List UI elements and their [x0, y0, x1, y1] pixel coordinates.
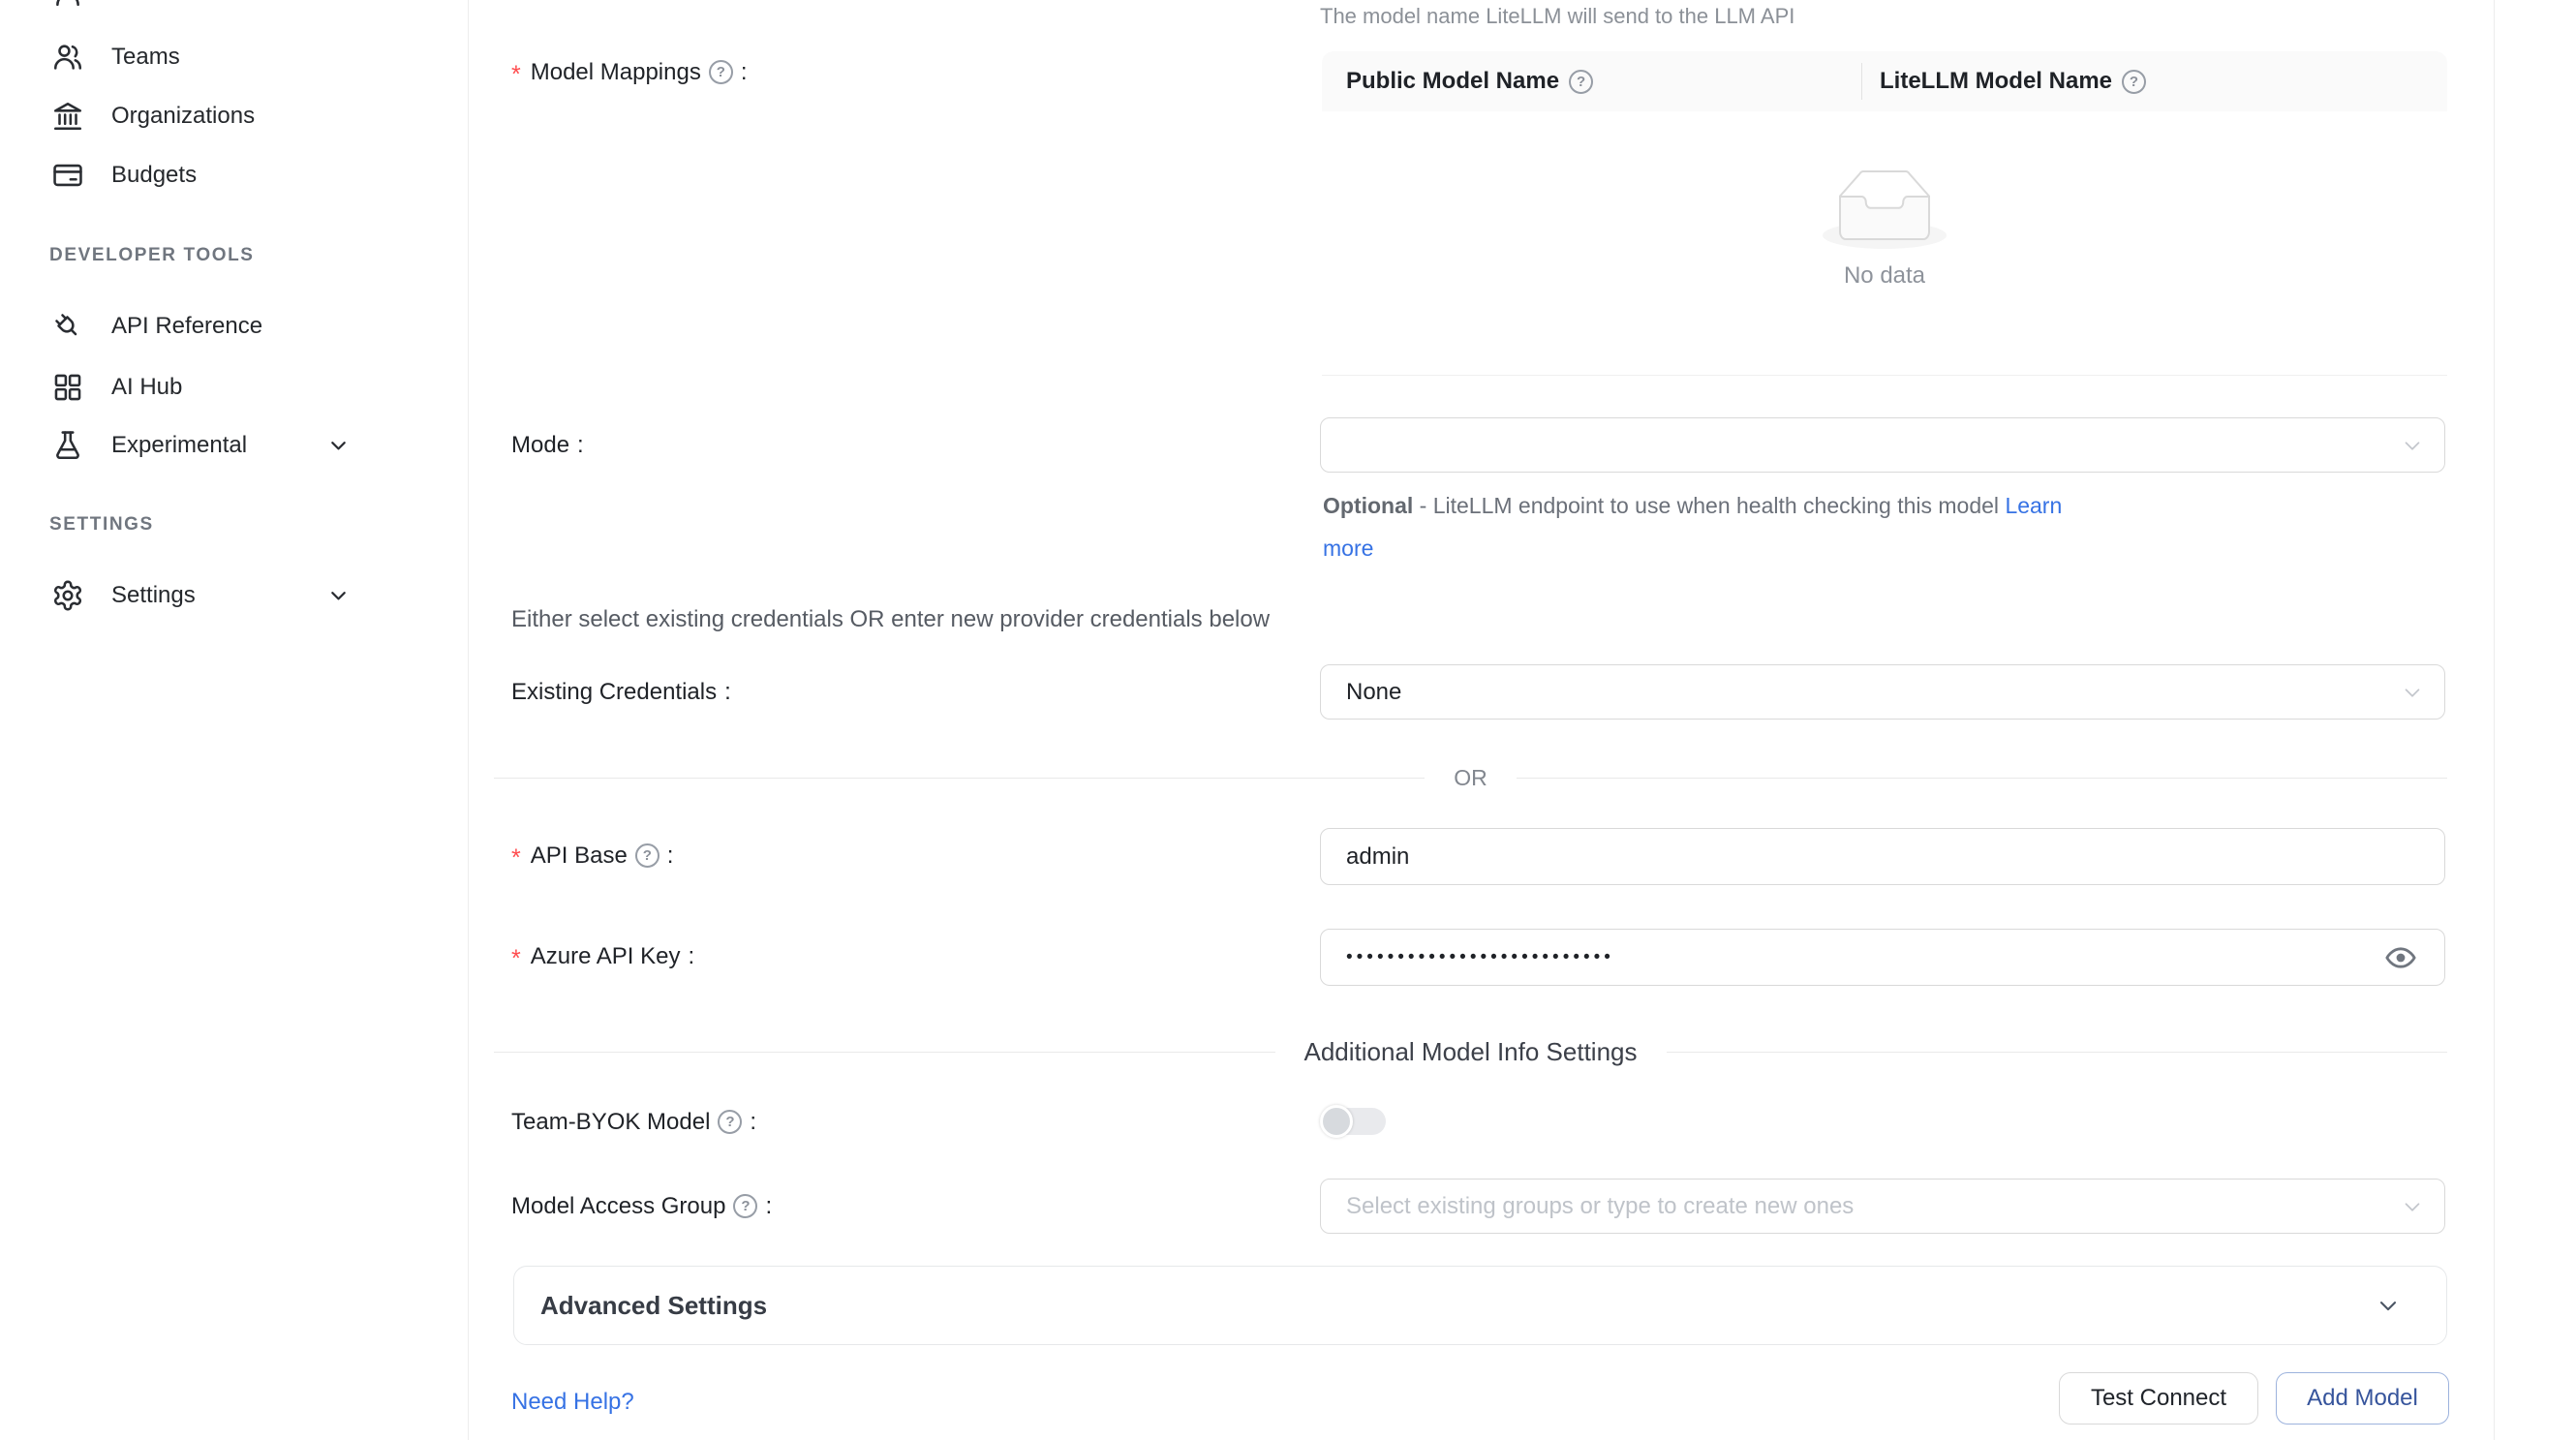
- plug-icon: [51, 310, 84, 343]
- existing-credentials-value: None: [1346, 679, 1401, 706]
- mode-select[interactable]: [1320, 417, 2445, 473]
- sidebar-item-label: AI Hub: [111, 374, 182, 401]
- help-icon[interactable]: ?: [709, 60, 733, 84]
- sidebar-item-settings[interactable]: Settings: [0, 566, 445, 626]
- litellm-add-model-page: Internal Users Teams Organizations Budge…: [0, 0, 2576, 1440]
- table-note: The model name LiteLLM will send to the …: [1320, 4, 1794, 29]
- sidebar-item-experimental[interactable]: Experimental: [0, 415, 445, 475]
- sidebar-item-label: Budgets: [111, 162, 197, 189]
- mode-label: Mode: [511, 417, 584, 473]
- existing-credentials-label: Existing Credentials: [511, 664, 731, 720]
- sidebar-item-label: Settings: [111, 582, 196, 609]
- model-mappings-label: Model Mappings ?: [511, 45, 748, 100]
- model-access-group-select[interactable]: Select existing groups or type to create…: [1320, 1179, 2445, 1234]
- sidebar-item-internal-users[interactable]: Internal Users: [0, 0, 445, 22]
- add-model-button[interactable]: Add Model: [2276, 1372, 2449, 1425]
- advanced-settings-panel[interactable]: Advanced Settings: [513, 1266, 2447, 1345]
- or-divider: OR: [494, 765, 2447, 791]
- chevron-down-icon: [2375, 1292, 2402, 1319]
- existing-credentials-select[interactable]: None: [1320, 664, 2445, 720]
- chevron-down-icon: [2400, 680, 2425, 705]
- sidebar: Internal Users Teams Organizations Budge…: [0, 0, 469, 1440]
- grid-icon: [51, 371, 84, 404]
- team-byok-label: Team-BYOK Model ?: [511, 1094, 756, 1149]
- flask-icon: [51, 429, 84, 462]
- need-help-link[interactable]: Need Help?: [511, 1389, 634, 1416]
- sidebar-item-organizations[interactable]: Organizations: [0, 86, 445, 146]
- help-icon[interactable]: ?: [718, 1110, 742, 1134]
- or-divider-text: OR: [1454, 765, 1487, 791]
- toggle-knob: [1320, 1105, 1353, 1138]
- empty-box-icon: [1823, 169, 1947, 249]
- sidebar-item-api-reference[interactable]: API Reference: [0, 296, 445, 356]
- sidebar-item-label: Internal Users: [111, 0, 256, 6]
- advanced-settings-title: Advanced Settings: [540, 1291, 767, 1321]
- bank-icon: [51, 100, 84, 133]
- model-access-group-placeholder: Select existing groups or type to create…: [1346, 1193, 1854, 1220]
- empty-state-text: No data: [1844, 262, 1925, 290]
- additional-settings-divider: Additional Model Info Settings: [494, 1037, 2447, 1067]
- sidebar-section-developer-tools: DEVELOPER TOOLS: [49, 245, 255, 266]
- model-mappings-table-body: No data: [1322, 111, 2447, 376]
- sidebar-item-label: API Reference: [111, 313, 262, 340]
- azure-api-key-label: Azure API Key: [511, 929, 694, 984]
- credit-card-icon: [51, 159, 84, 192]
- test-connect-button[interactable]: Test Connect: [2059, 1372, 2258, 1425]
- column-header-public-model-name: Public Model Name ?: [1322, 68, 1861, 95]
- azure-api-key-masked-value: ••••••••••••••••••••••••••: [1346, 947, 1614, 968]
- password-visibility-eye-icon[interactable]: [2384, 941, 2417, 974]
- additional-settings-divider-text: Additional Model Info Settings: [1304, 1037, 1638, 1067]
- azure-api-key-input[interactable]: ••••••••••••••••••••••••••: [1320, 929, 2445, 986]
- help-icon[interactable]: ?: [733, 1194, 757, 1218]
- help-icon[interactable]: ?: [1569, 70, 1593, 94]
- chevron-down-icon: [2400, 1194, 2425, 1219]
- sidebar-item-ai-hub[interactable]: AI Hub: [0, 357, 445, 417]
- column-header-litellm-model-name: LiteLLM Model Name ?: [1862, 68, 2146, 95]
- model-mappings-table-header: Public Model Name ? LiteLLM Model Name ?: [1322, 51, 2447, 111]
- sidebar-section-settings: SETTINGS: [49, 514, 154, 536]
- gear-icon: [51, 579, 84, 612]
- sidebar-item-label: Experimental: [111, 432, 247, 459]
- api-base-input[interactable]: admin: [1320, 828, 2445, 885]
- team-byok-toggle[interactable]: [1320, 1105, 1386, 1138]
- users-icon: [51, 41, 84, 74]
- help-icon[interactable]: ?: [635, 843, 659, 868]
- chevron-down-icon: [325, 433, 352, 459]
- content-right-edge-divider: [2494, 0, 2495, 1440]
- sidebar-item-budgets[interactable]: Budgets: [0, 145, 445, 205]
- empty-state: No data: [1322, 169, 2447, 290]
- chevron-down-icon: [325, 583, 352, 609]
- sidebar-item-label: Organizations: [111, 103, 255, 130]
- chevron-down-icon: [2400, 433, 2425, 458]
- api-base-label: API Base ?: [511, 828, 673, 883]
- help-icon[interactable]: ?: [2122, 70, 2146, 94]
- credentials-note: Either select existing credentials OR en…: [511, 606, 1270, 633]
- user-icon: [51, 0, 84, 9]
- sidebar-item-teams[interactable]: Teams: [0, 27, 445, 87]
- model-access-group-label: Model Access Group ?: [511, 1179, 772, 1234]
- api-base-value: admin: [1346, 843, 1409, 871]
- mode-helper-text: Optional - LiteLLM endpoint to use when …: [1323, 484, 2117, 569]
- sidebar-item-label: Teams: [111, 44, 180, 71]
